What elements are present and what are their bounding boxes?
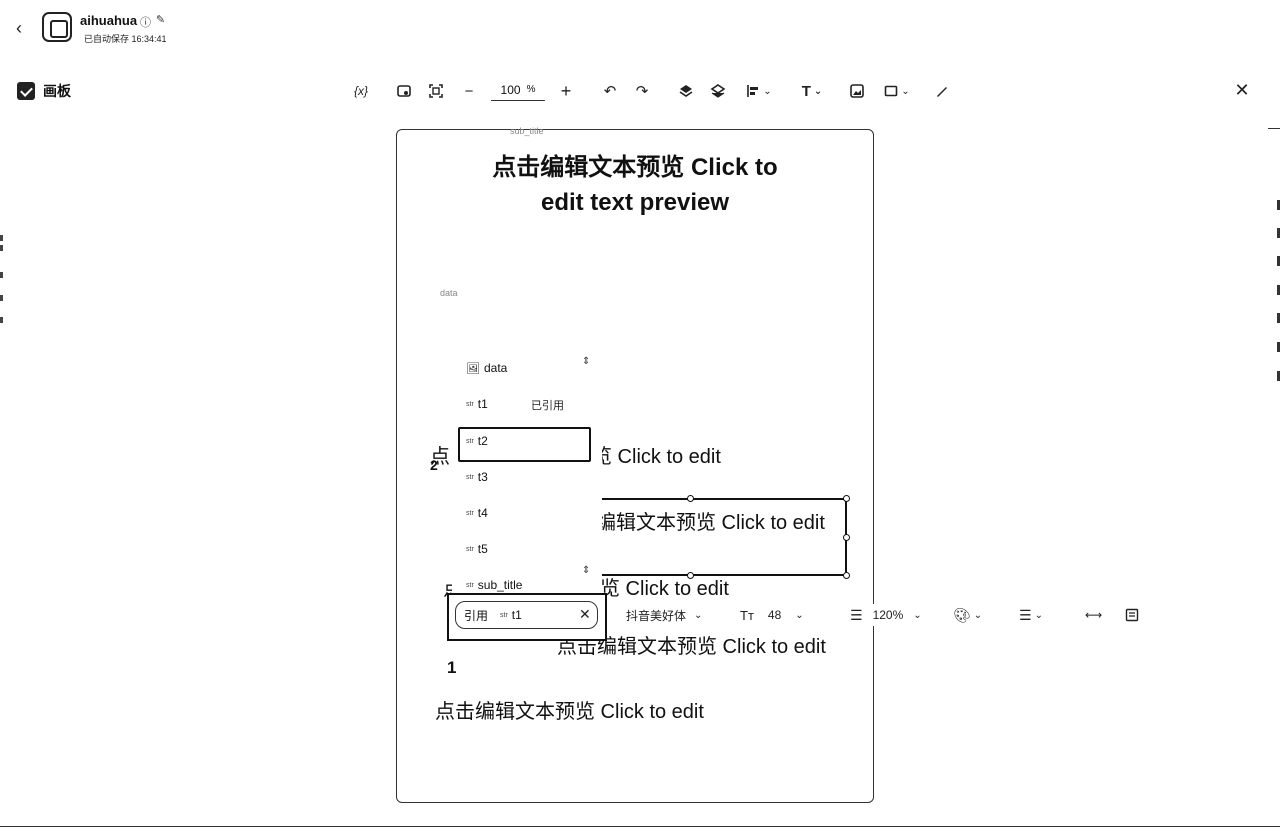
edit-icon[interactable]: ✎	[156, 13, 165, 26]
chevron-down-icon: ⌄	[694, 609, 703, 621]
autosave-status: 已自动保存 16:34:41	[84, 34, 167, 44]
pen-icon[interactable]	[933, 80, 951, 102]
font-select[interactable]: 抖音美好体 ⌄	[626, 604, 720, 626]
image-icon: 🖼	[466, 362, 480, 375]
resize-handle[interactable]	[843, 495, 850, 502]
reference-label: 引用	[464, 608, 489, 623]
app-name: aihuahua	[80, 13, 138, 28]
reference-chip[interactable]: 引用 str t1	[455, 601, 598, 629]
resize-handle[interactable]	[687, 572, 694, 579]
font-name: 抖音美好体	[626, 608, 687, 623]
shape-icon	[884, 85, 898, 97]
variable-button[interactable]: {x}	[350, 80, 372, 102]
chevron-down-icon: ⌄	[795, 609, 804, 621]
zoom-out-icon[interactable]: −	[460, 80, 478, 102]
image-icon[interactable]	[848, 80, 866, 102]
canvas-title-line2: edit text preview	[540, 189, 730, 216]
panel-label: 画板	[43, 83, 71, 99]
sort-icon[interactable]: ⇕	[582, 356, 590, 367]
undo-icon[interactable]: ↶	[601, 80, 619, 102]
chevron-down-icon: ⌄	[763, 85, 772, 97]
back-icon[interactable]: ‹	[16, 18, 34, 38]
preview-text-1-end[interactable]: 览 Click to edit	[592, 440, 721, 469]
align-dropdown[interactable]: ⌄	[742, 80, 776, 102]
chevron-down-icon: ⌄	[1034, 609, 1043, 621]
sort-icon[interactable]: ⇕	[582, 565, 590, 576]
edge-mark	[0, 272, 3, 278]
line-height-icon: ☰	[850, 606, 863, 623]
checkbox-icon	[17, 82, 35, 100]
fullscreen-icon[interactable]	[427, 80, 445, 102]
palette-icon: 🎨︎	[953, 606, 971, 623]
text-box-icon[interactable]	[1125, 604, 1143, 626]
font-size-select[interactable]: Tт 48 ⌄	[740, 604, 816, 626]
list-item[interactable]: 🖼 data	[466, 357, 507, 379]
align-center-icon: ☰	[1019, 606, 1032, 623]
number-label: 2	[430, 457, 438, 473]
info-icon[interactable]: ⓘ	[140, 14, 151, 30]
canvas-title-line1: 点击编辑文本预览 Click to	[492, 154, 778, 181]
canvas-title[interactable]: 点击编辑文本预览 Click to edit text preview	[397, 150, 873, 220]
resize-handle[interactable]	[843, 572, 850, 579]
list-item[interactable]: str t1	[466, 393, 488, 415]
shape-dropdown[interactable]: ⌄	[880, 80, 914, 102]
reference-name: t1	[511, 608, 522, 622]
zoom-value: 100	[500, 82, 521, 97]
app-logo	[42, 12, 72, 42]
layer-down-icon[interactable]	[709, 80, 727, 102]
bottom-divider	[0, 826, 1280, 827]
font-size-icon: Tт	[740, 607, 754, 623]
list-item[interactable]: str t4	[466, 502, 488, 524]
zoom-input[interactable]: 100 %	[491, 79, 545, 101]
edge-line	[1268, 128, 1280, 129]
text-align-dropdown[interactable]: ☰ ⌄	[1019, 604, 1051, 626]
fit-icon[interactable]	[395, 80, 413, 102]
close-icon[interactable]: ✕	[579, 606, 591, 623]
panel-title: 画板	[17, 81, 71, 101]
faint-label: sub_title	[510, 126, 544, 136]
text-dropdown[interactable]: T ⌄	[795, 80, 829, 102]
edge-mark	[0, 245, 3, 251]
layer-up-icon[interactable]	[677, 80, 695, 102]
faint-data-label: data	[440, 288, 458, 298]
reference-type: str	[500, 611, 508, 619]
used-badge: 已引用	[531, 400, 564, 412]
redo-icon[interactable]: ↷	[633, 80, 651, 102]
resize-handle[interactable]	[687, 495, 694, 502]
zoom-unit: %	[526, 84, 536, 95]
chevron-down-icon: ⌄	[901, 85, 910, 97]
resize-handle[interactable]	[843, 534, 850, 541]
variable-highlight	[458, 427, 591, 462]
chevron-down-icon: ⌄	[913, 609, 922, 621]
number-label: 1	[447, 658, 457, 677]
zoom-in-icon[interactable]: +	[557, 80, 575, 102]
color-dropdown[interactable]: 🎨︎ ⌄	[953, 604, 985, 626]
list-item[interactable]: str t5	[466, 538, 488, 560]
text-selection-box[interactable]	[598, 498, 847, 576]
list-item[interactable]: str t3	[466, 466, 488, 488]
preview-text-3-end[interactable]: 览 Click to edit	[600, 572, 729, 601]
edge-mark	[0, 295, 3, 301]
line-height-select[interactable]: ☰ 120% ⌄	[850, 604, 934, 626]
close-icon[interactable]: ✕	[1233, 80, 1251, 100]
align-icon	[747, 85, 759, 97]
preview-text-5[interactable]: 点击编辑文本预览 Click to edit	[435, 695, 704, 724]
chevron-down-icon: ⌄	[973, 609, 983, 621]
font-size-value: 48	[767, 608, 782, 622]
width-icon[interactable]: ⟷	[1085, 604, 1103, 626]
variable-list: 🖼 data str t1 str t2 str t3 str t4 str t…	[452, 352, 602, 602]
line-height-value: 120%	[872, 608, 904, 622]
chevron-down-icon: ⌄	[813, 85, 823, 97]
edge-mark	[0, 317, 3, 323]
edge-mark	[0, 235, 3, 241]
text-icon: T	[801, 82, 811, 100]
